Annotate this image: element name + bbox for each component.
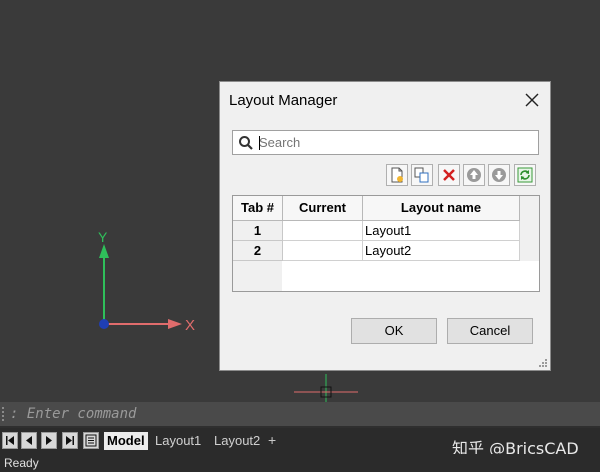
text-caret — [259, 136, 260, 150]
dialog-title: Layout Manager — [229, 92, 338, 109]
next-tab-button[interactable] — [41, 432, 57, 449]
refresh-icon — [517, 167, 533, 183]
first-tab-button[interactable] — [2, 432, 18, 449]
first-icon — [6, 436, 14, 445]
resize-grip-icon[interactable] — [538, 358, 548, 368]
previous-icon — [26, 436, 32, 445]
column-header-layout-name[interactable]: Layout name — [363, 196, 520, 221]
tab-number-cell: 1 — [233, 221, 283, 241]
copy-layout-button[interactable] — [411, 164, 433, 186]
layout-name-cell[interactable]: Layout1 — [363, 221, 520, 241]
delete-icon — [443, 169, 455, 181]
cancel-button[interactable]: Cancel — [447, 318, 533, 344]
layout-list-button[interactable] — [83, 432, 99, 449]
column-header-current[interactable]: Current — [283, 196, 363, 221]
column-header-tab[interactable]: Tab # — [233, 196, 283, 221]
list-icon — [85, 434, 97, 447]
tab-number-cell: 2 — [233, 241, 283, 261]
layouts-table: Tab # Current Layout name 1 Layout1 2 La… — [232, 195, 540, 292]
layout-manager-dialog: Layout Manager Tab # Current Layout name… — [219, 81, 551, 371]
new-document-icon — [391, 167, 403, 183]
status-bar: Ready — [0, 454, 600, 472]
move-up-button[interactable] — [463, 164, 485, 186]
current-cell[interactable] — [283, 221, 363, 241]
current-cell[interactable] — [283, 241, 363, 261]
table-row[interactable]: 1 Layout1 — [233, 221, 520, 241]
new-layout-button[interactable] — [386, 164, 408, 186]
axis-x-label: X — [185, 317, 196, 334]
command-line[interactable]: : Enter command — [0, 402, 600, 426]
copy-document-icon — [414, 167, 429, 183]
tab-layout2[interactable]: Layout2 — [211, 432, 263, 450]
command-prompt: : Enter command — [10, 406, 137, 422]
layout-name-cell[interactable]: Layout2 — [363, 241, 520, 261]
move-down-button[interactable] — [488, 164, 510, 186]
arrow-up-icon — [467, 168, 481, 182]
close-icon[interactable] — [522, 90, 542, 110]
tab-layout1[interactable]: Layout1 — [152, 432, 204, 450]
search-icon — [238, 135, 254, 155]
tab-model[interactable]: Model — [104, 432, 148, 450]
last-icon — [66, 436, 74, 445]
ok-button[interactable]: OK — [351, 318, 437, 344]
axis-y-label: Y — [98, 229, 108, 245]
status-text: Ready — [4, 456, 39, 470]
command-line-grip[interactable] — [2, 407, 7, 421]
table-row[interactable]: 2 Layout2 — [233, 241, 520, 261]
last-tab-button[interactable] — [62, 432, 78, 449]
refresh-button[interactable] — [514, 164, 536, 186]
search-input[interactable] — [259, 133, 529, 151]
arrow-down-icon — [492, 168, 506, 182]
add-layout-tab-button[interactable]: + — [268, 432, 276, 448]
delete-layout-button[interactable] — [438, 164, 460, 186]
search-field[interactable] — [232, 130, 539, 155]
previous-tab-button[interactable] — [21, 432, 37, 449]
next-icon — [46, 436, 52, 445]
table-empty-area — [282, 261, 539, 291]
